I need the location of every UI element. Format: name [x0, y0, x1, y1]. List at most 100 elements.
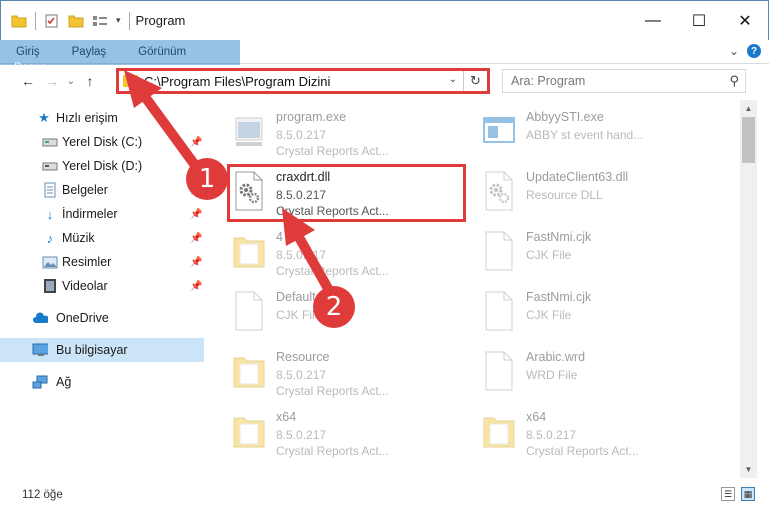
drive-icon [42, 158, 58, 174]
file-detail: ABBY st event hand... [526, 128, 644, 142]
blank-file-icon [232, 290, 266, 332]
pictures-icon [42, 254, 58, 270]
scroll-thumb[interactable] [742, 117, 755, 163]
file-detail: 8.5.0.217 [276, 248, 327, 262]
pin-icon: 📌 [190, 208, 203, 220]
documents-icon [42, 182, 58, 198]
forward-button[interactable]: → [40, 73, 64, 89]
step-2-badge: 2 [313, 286, 355, 328]
music-icon: ♪ [46, 230, 54, 246]
pin-icon: 📌 [190, 232, 203, 244]
sidebar-item-network[interactable]: Ağ [0, 370, 204, 394]
sidebar-item-videos[interactable]: Videolar 📌 [0, 274, 204, 298]
file-name: x64 [276, 410, 297, 424]
separator [128, 11, 130, 30]
title-bar: ▾ Program — ☐ ✕ [0, 0, 769, 40]
sidebar-item-local-disk-c[interactable]: Yerel Disk (C:) 📌 [0, 130, 204, 154]
customize-view-icon[interactable] [92, 14, 108, 28]
navigation-pane: ★ Hızlı erişim Yerel Disk (C:) 📌 Yerel D… [0, 100, 204, 478]
qat-dropdown-icon[interactable]: ▾ [116, 15, 121, 26]
file-name: Resource [276, 350, 330, 364]
sidebar-item-pictures[interactable]: Resimler 📌 [0, 250, 204, 274]
sidebar-item-this-pc[interactable]: Bu bilgisayar [0, 338, 204, 362]
ribbon-right: ⌄ ? [729, 44, 761, 58]
file-item[interactable]: x64 8.5.0.217 Crystal Reports Act... [206, 404, 446, 460]
drive-icon [42, 134, 58, 150]
expand-ribbon-icon[interactable]: ⌄ [729, 44, 739, 58]
window-title: Program [135, 13, 186, 28]
help-icon[interactable]: ? [747, 44, 761, 58]
file-description: Crystal Reports Act... [276, 264, 389, 278]
dll-gear-icon [482, 170, 516, 212]
sidebar-item-music[interactable]: ♪ Müzik 📌 [0, 226, 204, 250]
video-icon [42, 278, 58, 294]
refresh-button[interactable]: ↻ [463, 71, 487, 91]
file-detail: 8.5.0.217 [276, 428, 327, 442]
file-detail: CJK File [526, 248, 572, 262]
details-view-icon[interactable]: ☰ [721, 487, 735, 501]
file-item[interactable]: UpdateClient63.dll Resource DLL [456, 164, 696, 220]
sidebar-item-quick-access[interactable]: ★ Hızlı erişim [0, 106, 204, 130]
file-detail: Resource DLL [526, 188, 603, 202]
recent-locations-button[interactable]: ⌄ [64, 76, 78, 87]
vertical-scrollbar[interactable]: ▲ ▼ [740, 100, 757, 478]
blank-file-icon [482, 350, 516, 392]
sidebar-item-label: Resimler [62, 255, 112, 269]
sidebar-item-label: OneDrive [56, 311, 109, 325]
file-name: Arabic.wrd [526, 350, 586, 364]
sidebar-item-label: Yerel Disk (C:) [62, 135, 143, 149]
file-item[interactable]: x64 8.5.0.217 Crystal Reports Act... [456, 404, 696, 460]
folder-icon[interactable] [11, 14, 27, 28]
pin-icon: 📌 [190, 256, 203, 268]
close-button[interactable]: ✕ [722, 1, 768, 41]
folder-icon [482, 410, 516, 452]
file-item[interactable]: FastNmi.cjk CJK File [456, 284, 696, 340]
sidebar-item-label: İndirmeler [62, 207, 118, 221]
window-controls: — ☐ ✕ [630, 1, 768, 41]
properties-icon[interactable] [44, 14, 60, 28]
scroll-up-icon[interactable]: ▲ [740, 100, 757, 117]
cloud-icon [32, 310, 48, 326]
status-bar: 112 öğe ☰ ▦ [0, 484, 769, 506]
address-dropdown-icon[interactable]: ⌄ [449, 74, 457, 85]
file-item[interactable]: AbbyySTI.exe ABBY st event hand... [456, 104, 696, 160]
address-bar[interactable]: C:\Program Files\Program Dizini ⌄ ↻ [116, 68, 490, 94]
sidebar-item-label: Hızlı erişim [56, 111, 118, 125]
address-path[interactable]: C:\Program Files\Program Dizini [144, 74, 330, 89]
quick-access-toolbar: ▾ [1, 1, 130, 41]
file-description: Crystal Reports Act... [276, 144, 389, 158]
folder-icon [232, 410, 266, 452]
file-item[interactable]: 4 8.5.0.217 Crystal Reports Act... [206, 224, 446, 280]
file-item[interactable]: Resource 8.5.0.217 Crystal Reports Act... [206, 344, 446, 400]
sidebar-item-label: Ağ [56, 375, 72, 389]
sidebar-item-label: Yerel Disk (D:) [62, 159, 143, 173]
file-description: Crystal Reports Act... [276, 444, 389, 458]
new-folder-icon[interactable] [68, 14, 84, 28]
tiles-view-icon[interactable]: ▦ [741, 487, 755, 501]
minimize-button[interactable]: — [630, 1, 676, 41]
sidebar-item-local-disk-d[interactable]: Yerel Disk (D:) 📌 [0, 154, 204, 178]
sidebar-item-onedrive[interactable]: OneDrive [0, 306, 204, 330]
item-count: 112 öğe [22, 489, 63, 501]
scroll-down-icon[interactable]: ▼ [740, 461, 757, 478]
search-icon[interactable]: ⚲ [729, 73, 739, 89]
folder-icon [232, 350, 266, 392]
exe-icon [232, 110, 266, 152]
file-detail: 8.5.0.217 [526, 428, 577, 442]
sidebar-item-documents[interactable]: Belgeler 📌 [0, 178, 204, 202]
folder-icon [123, 75, 138, 87]
up-button[interactable]: ↑ [78, 73, 102, 89]
sidebar-item-label: Müzik [62, 231, 95, 245]
back-button[interactable]: ← [16, 73, 40, 89]
file-item[interactable]: FastNmi.cjk CJK File [456, 224, 696, 280]
file-name: FastNmi.cjk [526, 230, 592, 244]
computer-icon [32, 342, 48, 358]
network-icon [32, 374, 48, 390]
maximize-button[interactable]: ☐ [676, 1, 722, 41]
file-item[interactable]: program.exe 8.5.0.217 Crystal Reports Act.… [206, 104, 446, 160]
pin-icon: 📌 [190, 280, 203, 292]
search-input[interactable]: Ara: Program ⚲ [502, 69, 746, 93]
file-item[interactable]: Arabic.wrd WRD File [456, 344, 696, 400]
sidebar-item-downloads[interactable]: ↓ İndirmeler 📌 [0, 202, 204, 226]
download-icon: ↓ [46, 206, 54, 222]
